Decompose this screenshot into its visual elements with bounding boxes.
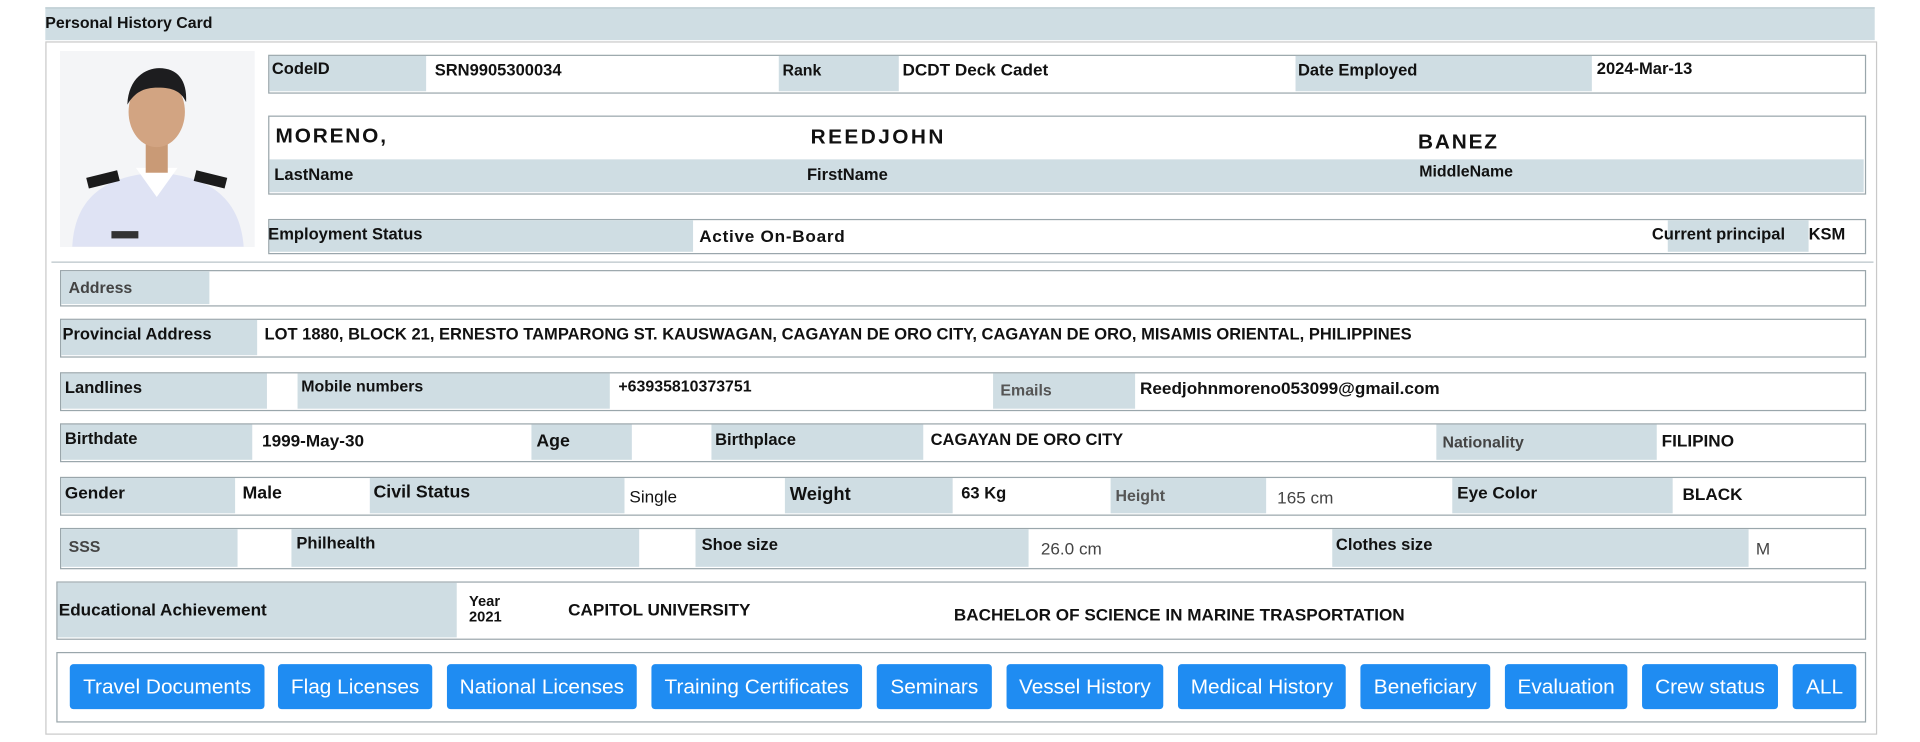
weight-value: 63 Kg bbox=[961, 484, 1007, 503]
education-year-label: Year bbox=[468, 592, 501, 610]
name-label-bg bbox=[269, 159, 1864, 193]
all-button[interactable]: ALL bbox=[1792, 664, 1857, 710]
gender-value: Male bbox=[242, 484, 282, 504]
birthdate-value: 1999-May-30 bbox=[262, 430, 365, 451]
principal-label: Current principal bbox=[1651, 225, 1786, 244]
code-value: SRN9905300034 bbox=[434, 60, 562, 80]
education-course: BACHELOR OF SCIENCE IN MARINE TRASPORTAT… bbox=[953, 604, 1405, 625]
sss-label: SSS bbox=[68, 537, 101, 556]
middle-name-label: MiddleName bbox=[1419, 161, 1513, 181]
height-value: 165 cm bbox=[1277, 487, 1334, 508]
address-label: Address bbox=[68, 278, 133, 297]
employment-status-label: Employment Status bbox=[268, 225, 423, 244]
birthdate-label: Birthdate bbox=[64, 429, 138, 448]
weight-label: Weight bbox=[789, 484, 851, 505]
clothes-size-label: Clothes size bbox=[1335, 535, 1433, 554]
code-label: CodeID bbox=[271, 59, 330, 78]
last-name-label: LastName bbox=[274, 165, 354, 184]
address-row bbox=[60, 270, 1867, 307]
medical-history-button[interactable]: Medical History bbox=[1177, 664, 1346, 710]
national-licenses-button[interactable]: National Licenses bbox=[446, 664, 637, 710]
provincial-address-label: Provincial Address bbox=[62, 324, 212, 344]
nationality-label: Nationality bbox=[1442, 433, 1524, 452]
page-title: Personal History Card bbox=[45, 13, 213, 32]
date-value: 2024-Mar-13 bbox=[1596, 59, 1693, 78]
date-label: Date Employed bbox=[1297, 60, 1418, 80]
mobile-value: +63935810373751 bbox=[618, 377, 752, 396]
birthplace-value: CAGAYAN DE ORO CITY bbox=[930, 430, 1124, 449]
education-year-value: 2021 bbox=[468, 608, 502, 626]
flag-licenses-button[interactable]: Flag Licenses bbox=[277, 664, 433, 710]
mobile-label: Mobile numbers bbox=[301, 377, 424, 396]
civil-status-label: Civil Status bbox=[373, 482, 471, 503]
emails-label: Emails bbox=[1000, 380, 1052, 399]
person-photo-icon bbox=[60, 51, 255, 247]
travel-documents-button[interactable]: Travel Documents bbox=[69, 664, 265, 710]
first-name-value: REEDJOHN bbox=[810, 125, 946, 149]
education-label: Educational Achievement bbox=[58, 599, 267, 620]
principal-value: KSM bbox=[1808, 225, 1846, 244]
vessel-history-button[interactable]: Vessel History bbox=[1006, 664, 1164, 710]
civil-status-value: Single bbox=[629, 486, 678, 507]
divider bbox=[51, 261, 1874, 263]
philhealth-label: Philhealth bbox=[296, 533, 376, 553]
training-certificates-button[interactable]: Training Certificates bbox=[651, 664, 863, 710]
emails-value: Reedjohnmoreno053099@gmail.com bbox=[1140, 378, 1440, 398]
evaluation-button[interactable]: Evaluation bbox=[1504, 664, 1628, 710]
rank-value: DCDT Deck Cadet bbox=[902, 59, 1049, 80]
gender-label: Gender bbox=[64, 482, 125, 503]
first-name-label: FirstName bbox=[806, 165, 888, 184]
eye-color-label: Eye Color bbox=[1457, 482, 1538, 503]
birthplace-label: Birthplace bbox=[715, 430, 796, 449]
header-bar bbox=[45, 7, 1875, 41]
seminars-button[interactable]: Seminars bbox=[876, 664, 992, 710]
eye-color-value: BLACK bbox=[1682, 484, 1743, 504]
shoe-size-value: 26.0 cm bbox=[1040, 538, 1102, 559]
education-school: CAPITOL UNIVERSITY bbox=[568, 599, 751, 620]
rank-label: Rank bbox=[782, 60, 822, 80]
beneficiary-button[interactable]: Beneficiary bbox=[1360, 664, 1491, 710]
nationality-value: FILIPINO bbox=[1661, 430, 1735, 451]
last-name-value: MORENO, bbox=[275, 124, 388, 148]
landlines-label: Landlines bbox=[64, 378, 143, 397]
clothes-size-value: M bbox=[1755, 538, 1771, 559]
crew-status-button[interactable]: Crew status bbox=[1642, 664, 1778, 710]
middle-name-value: BANEZ bbox=[1417, 130, 1499, 154]
employment-status-value: Active On-Board bbox=[699, 226, 846, 246]
provincial-address-value: LOT 1880, BLOCK 21, ERNESTO TAMPARONG ST… bbox=[264, 324, 1412, 344]
height-label: Height bbox=[1115, 486, 1166, 505]
age-label: Age bbox=[536, 431, 570, 452]
shoe-size-label: Shoe size bbox=[701, 535, 778, 554]
